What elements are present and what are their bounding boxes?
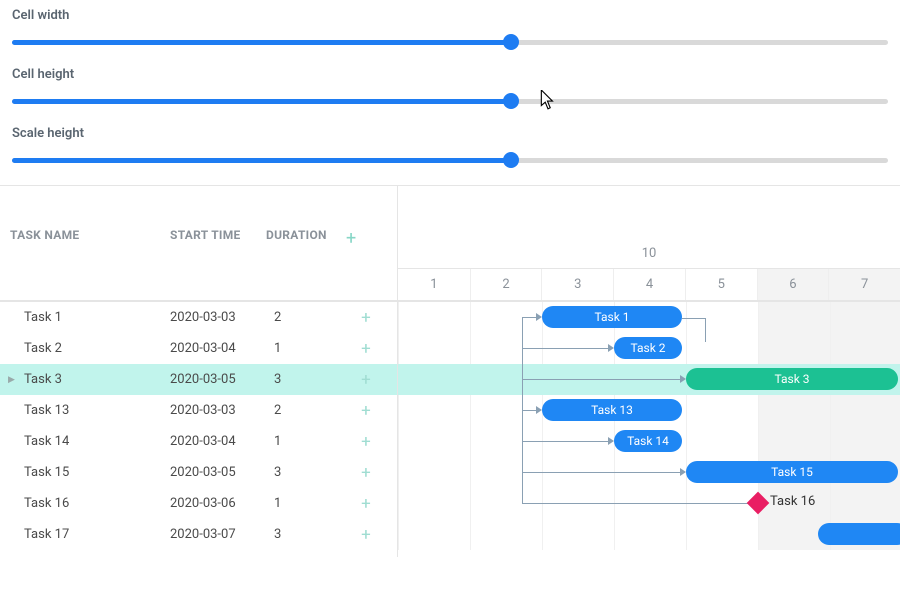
task-start-cell: 2020-03-03 [170, 310, 266, 325]
header-taskname[interactable]: TASK NAME [0, 228, 170, 249]
cell-height-slider[interactable] [12, 94, 888, 108]
day-header-cell: 2 [470, 269, 542, 300]
task-duration-cell: 2 [266, 403, 346, 418]
task-name-cell: Task 13 [20, 403, 170, 418]
task-name-cell: Task 14 [20, 434, 170, 449]
add-task-button[interactable]: + [346, 525, 386, 545]
grid-body: Task 12020-03-032+Task 22020-03-041+▶Tas… [0, 302, 397, 550]
grid-row[interactable]: Task 172020-03-073+ [0, 519, 397, 550]
cell-width-control: Cell width [12, 8, 888, 49]
grid-row[interactable]: Task 142020-03-041+ [0, 426, 397, 457]
task-duration-cell: 1 [266, 434, 346, 449]
add-task-button[interactable]: + [346, 401, 386, 421]
day-header-cell: 7 [828, 269, 900, 300]
task-duration-cell: 1 [266, 341, 346, 356]
header-duration[interactable]: DURATION [266, 228, 346, 249]
grid-pane: TASK NAME START TIME DURATION + Task 120… [0, 186, 398, 557]
task-duration-cell: 1 [266, 496, 346, 511]
day-header-cell: 5 [685, 269, 757, 300]
timeline-header: 10 1234567 [398, 186, 900, 302]
task-duration-cell: 2 [266, 310, 346, 325]
grid-row[interactable]: Task 162020-03-061+ [0, 488, 397, 519]
milestone-label: Task 16 [770, 494, 815, 509]
scale-height-control: Scale height [12, 126, 888, 167]
gantt-bar[interactable]: Task 15 [686, 461, 898, 483]
day-header-cell: 4 [613, 269, 685, 300]
grid-row[interactable]: Task 152020-03-053+ [0, 457, 397, 488]
task-name-cell: Task 16 [20, 496, 170, 511]
cell-height-label: Cell height [12, 67, 888, 82]
scale-top-label: 10 [398, 246, 900, 261]
slider-thumb[interactable] [503, 34, 519, 50]
scale-height-label: Scale height [12, 126, 888, 141]
slider-thumb[interactable] [503, 152, 519, 168]
cell-width-label: Cell width [12, 8, 888, 23]
add-task-button[interactable]: + [346, 463, 386, 483]
task-name-cell: Task 1 [20, 310, 170, 325]
grid-row[interactable]: Task 12020-03-032+ [0, 302, 397, 333]
expand-icon[interactable]: ▶ [0, 375, 20, 385]
task-start-cell: 2020-03-05 [170, 465, 266, 480]
timeline-pane[interactable]: 10 1234567 Task 1 Task 2Task 3Task 13 Task… [398, 186, 900, 557]
add-task-button[interactable]: + [346, 370, 386, 390]
task-duration-cell: 3 [266, 465, 346, 480]
day-header-cell: 3 [541, 269, 613, 300]
task-start-cell: 2020-03-04 [170, 434, 266, 449]
task-name-cell: Task 3 [20, 372, 170, 387]
gantt-bar[interactable]: Task 13 [542, 399, 682, 421]
task-start-cell: 2020-03-04 [170, 341, 266, 356]
add-task-button[interactable]: + [346, 494, 386, 514]
task-start-cell: 2020-03-07 [170, 527, 266, 542]
gantt-bar[interactable] [818, 523, 900, 545]
controls-panel: Cell width Cell height Scale height [0, 0, 900, 167]
cell-height-control: Cell height [12, 67, 888, 108]
slider-thumb[interactable] [503, 93, 519, 109]
scale-height-slider[interactable] [12, 153, 888, 167]
grid-row[interactable]: Task 132020-03-032+ [0, 395, 397, 426]
add-task-button[interactable]: + [346, 308, 386, 328]
task-start-cell: 2020-03-06 [170, 496, 266, 511]
add-column-button[interactable]: + [346, 228, 386, 249]
task-duration-cell: 3 [266, 527, 346, 542]
header-start[interactable]: START TIME [170, 228, 266, 249]
cell-width-slider[interactable] [12, 35, 888, 49]
task-duration-cell: 3 [266, 372, 346, 387]
grid-row[interactable]: Task 22020-03-041+ [0, 333, 397, 364]
gantt-bar[interactable]: Task 14 [614, 430, 682, 452]
add-task-button[interactable]: + [346, 432, 386, 452]
gantt-bar[interactable]: Task 2 [614, 337, 682, 359]
grid-row[interactable]: ▶Task 32020-03-053+ [0, 364, 397, 395]
task-name-cell: Task 15 [20, 465, 170, 480]
grid-header: TASK NAME START TIME DURATION + [0, 186, 397, 302]
gantt-container: TASK NAME START TIME DURATION + Task 120… [0, 185, 900, 557]
add-task-button[interactable]: + [346, 339, 386, 359]
day-header-cell: 1 [398, 269, 470, 300]
task-start-cell: 2020-03-05 [170, 372, 266, 387]
task-start-cell: 2020-03-03 [170, 403, 266, 418]
task-name-cell: Task 17 [20, 527, 170, 542]
gantt-bar[interactable]: Task 1 [542, 306, 682, 328]
day-header-cell: 6 [757, 269, 829, 300]
gantt-bar[interactable]: Task 3 [686, 368, 898, 390]
task-name-cell: Task 2 [20, 341, 170, 356]
